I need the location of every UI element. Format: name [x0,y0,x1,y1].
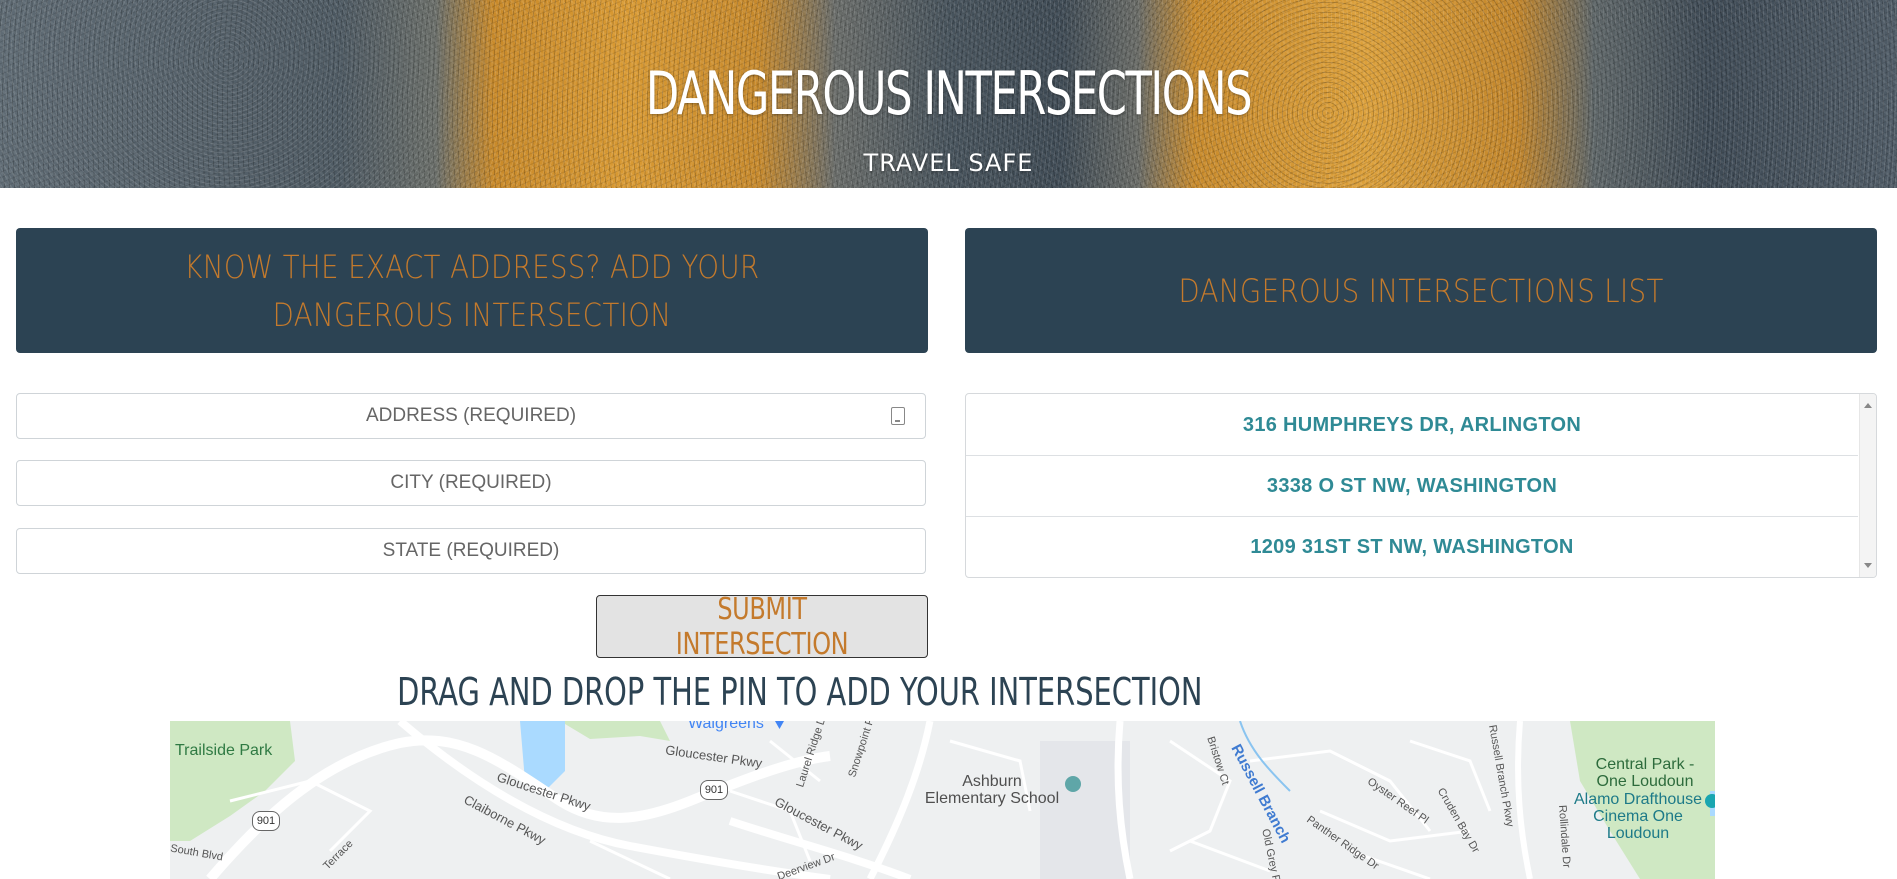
list-scrollbar[interactable] [1859,394,1876,577]
address-field[interactable] [16,393,926,439]
map-label-alamo-drafthouse: Alamo Drafthouse Cinema One Loudoun [1573,791,1703,842]
list-item[interactable]: 316 HUMPHREYS DR, ARLINGTON [966,395,1858,456]
add-intersection-heading-text: KNOW THE EXACT ADDRESS? ADD YOUR DANGERO… [184,247,760,334]
submit-intersection-label: SUBMIT INTERSECTION [675,591,849,662]
route-901-label: 901 [256,815,276,827]
state-input[interactable] [17,539,925,563]
drag-pin-instruction-text: DRAG AND DROP THE PIN TO ADD YOUR INTERS… [397,670,1203,714]
walgreens-pin-icon[interactable] [775,721,784,729]
autofill-contact-icon[interactable] [891,407,905,425]
school-pin-icon[interactable] [1065,776,1081,792]
scroll-down-arrow-icon[interactable] [1864,563,1872,568]
map-label-trailside-park: Trailside Park [175,742,273,759]
map-label-walgreens: Walgreens [688,721,764,732]
list-item[interactable]: 3338 O ST NW, WASHINGTON [966,456,1858,517]
road [866,721,934,879]
page-title: DANGEROUS INTERSECTIONS [645,59,1253,129]
park-area [560,721,670,741]
city-input[interactable] [17,471,925,495]
route-901-shield: 901 [252,811,280,831]
route-901-label: 901 [704,784,724,796]
hero-banner: DANGEROUS INTERSECTIONS TRAVEL SAFE [0,0,1897,188]
map-canvas[interactable]: Trailside Park Walgreens Gloucester Pkwy… [170,721,1715,879]
state-field[interactable] [16,528,926,574]
add-intersection-heading: KNOW THE EXACT ADDRESS? ADD YOUR DANGERO… [16,228,928,353]
route-901-shield: 901 [700,780,728,800]
list-item[interactable]: 1209 31ST ST NW, WASHINGTON [966,517,1858,577]
intersections-list-heading: DANGEROUS INTERSECTIONS LIST [965,228,1877,353]
page-subtitle: TRAVEL SAFE [863,149,1034,177]
scroll-up-arrow-icon[interactable] [1864,403,1872,408]
map-label-ashburn-school: Ashburn Elementary School [924,773,1060,807]
map-label-central-park: Central Park - One Loudoun [1595,756,1695,790]
intersections-list[interactable]: 316 HUMPHREYS DR, ARLINGTON 3338 O ST NW… [965,393,1877,578]
city-field[interactable] [16,460,926,506]
submit-intersection-button[interactable]: SUBMIT INTERSECTION [596,592,928,662]
address-input[interactable] [17,404,925,428]
road [1515,721,1533,879]
drag-pin-instruction: DRAG AND DROP THE PIN TO ADD YOUR INTERS… [250,666,1350,718]
intersections-list-heading-text: DANGEROUS INTERSECTIONS LIST [1178,271,1664,310]
